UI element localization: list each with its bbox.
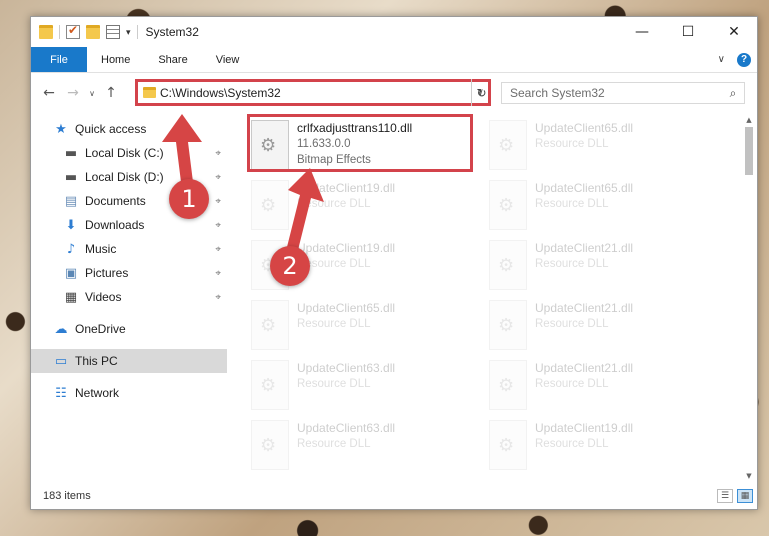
arrow-1 [162, 114, 202, 190]
annotation-arrows [162, 114, 324, 250]
callout-1: 1 [169, 179, 209, 219]
callout-2: 2 [270, 246, 310, 286]
arrow-2 [287, 168, 324, 250]
